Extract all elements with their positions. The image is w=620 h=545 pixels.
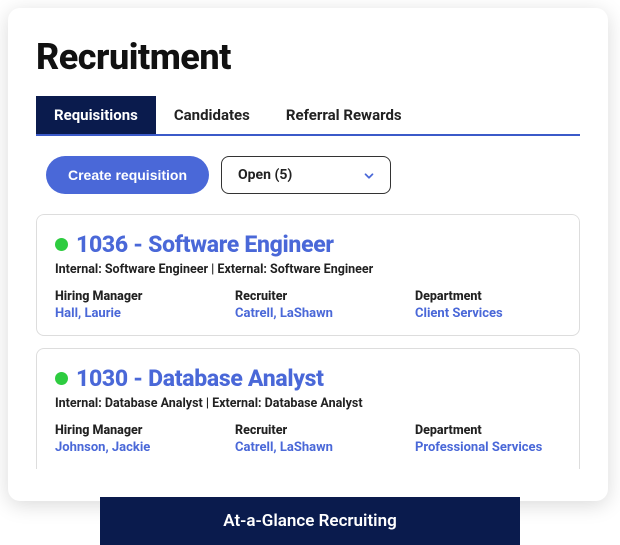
requisition-list: 1036 - Software Engineer Internal: Softw…: [36, 214, 580, 481]
requisition-card[interactable]: 1030 - Database Analyst Internal: Databa…: [36, 348, 580, 469]
department-col: Department Client Services: [415, 289, 555, 321]
requisition-card[interactable]: 1036 - Software Engineer Internal: Softw…: [36, 214, 580, 336]
status-filter-select[interactable]: Open (5): [221, 156, 391, 194]
department-value[interactable]: Professional Services: [415, 440, 555, 455]
requisition-title: 1036 - Software Engineer: [76, 231, 334, 258]
recruiter-value[interactable]: Catrell, LaShawn: [235, 440, 375, 455]
hiring-manager-value[interactable]: Hall, Laurie: [55, 306, 195, 321]
department-label: Department: [415, 423, 555, 438]
requisition-subtitle: Internal: Software Engineer | External: …: [55, 262, 561, 277]
tab-requisitions[interactable]: Requisitions: [36, 96, 156, 134]
recruiter-col: Recruiter Catrell, LaShawn: [235, 289, 375, 321]
requisition-title-row: 1030 - Database Analyst: [55, 365, 561, 392]
tab-candidates[interactable]: Candidates: [156, 96, 268, 134]
hiring-manager-label: Hiring Manager: [55, 289, 195, 304]
hiring-manager-col: Hiring Manager Johnson, Jackie: [55, 423, 195, 455]
requisition-meta: Hiring Manager Hall, Laurie Recruiter Ca…: [55, 289, 561, 321]
hiring-manager-value[interactable]: Johnson, Jackie: [55, 440, 195, 455]
hiring-manager-col: Hiring Manager Hall, Laurie: [55, 289, 195, 321]
requisition-title-row: 1036 - Software Engineer: [55, 231, 561, 258]
hiring-manager-label: Hiring Manager: [55, 423, 195, 438]
footer-caption: At-a-Glance Recruiting: [100, 497, 520, 545]
requisition-subtitle: Internal: Database Analyst | External: D…: [55, 396, 561, 411]
tab-referral-rewards[interactable]: Referral Rewards: [268, 96, 420, 134]
department-col: Department Professional Services: [415, 423, 555, 455]
department-label: Department: [415, 289, 555, 304]
recruiter-col: Recruiter Catrell, LaShawn: [235, 423, 375, 455]
create-requisition-button[interactable]: Create requisition: [46, 156, 209, 194]
department-value[interactable]: Client Services: [415, 306, 555, 321]
requisition-title: 1030 - Database Analyst: [76, 365, 324, 392]
status-filter-label: Open (5): [238, 167, 292, 183]
page-title: Recruitment: [36, 36, 580, 78]
tabs: Requisitions Candidates Referral Rewards: [36, 96, 580, 136]
controls-row: Create requisition Open (5): [36, 156, 580, 194]
recruiter-label: Recruiter: [235, 423, 375, 438]
requisition-meta: Hiring Manager Johnson, Jackie Recruiter…: [55, 423, 561, 455]
recruitment-panel: Recruitment Requisitions Candidates Refe…: [8, 8, 608, 501]
status-dot-icon: [55, 372, 68, 385]
status-dot-icon: [55, 238, 68, 251]
recruiter-label: Recruiter: [235, 289, 375, 304]
recruiter-value[interactable]: Catrell, LaShawn: [235, 306, 375, 321]
chevron-down-icon: [362, 169, 374, 181]
